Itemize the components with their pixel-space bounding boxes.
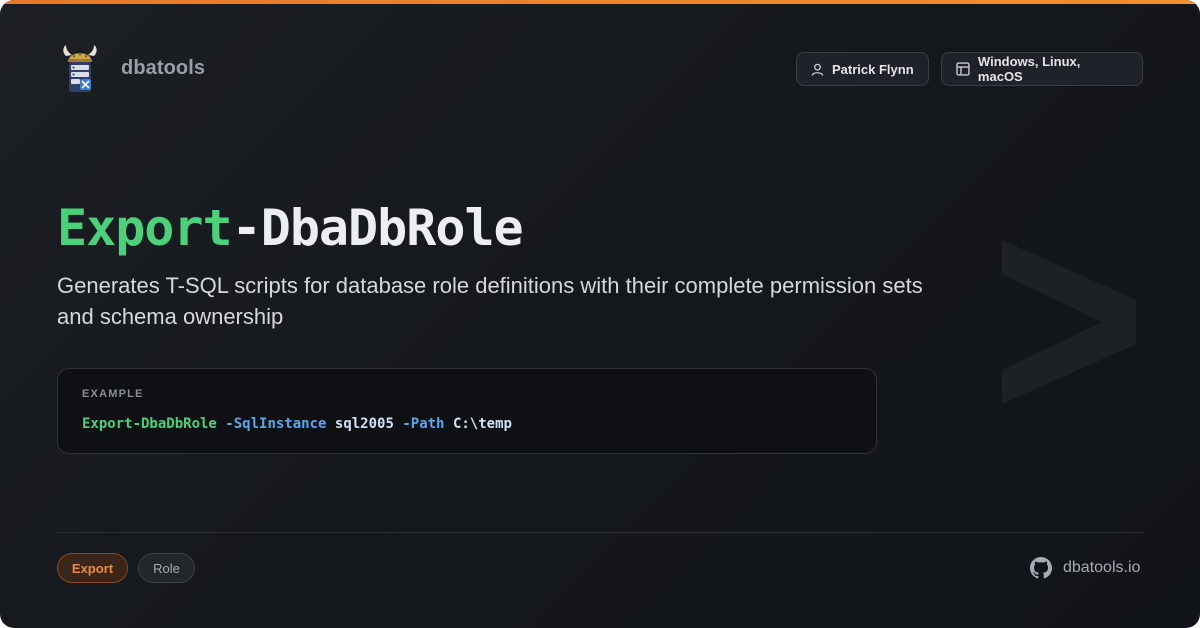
example-command: Export-DbaDbRole	[82, 416, 217, 432]
viking-server-logo-icon	[63, 45, 97, 92]
brand-name: dbatools	[121, 57, 206, 79]
prompt-chevron-icon	[1002, 240, 1136, 404]
window-layout-icon	[956, 62, 970, 76]
site-label: dbatools.io	[1063, 559, 1141, 576]
example-value: C:\temp	[452, 416, 512, 432]
social-card: dbatools Patrick Flynn Windows, Linux, m…	[0, 0, 1200, 628]
site-link[interactable]: dbatools.io	[1030, 556, 1140, 580]
user-icon	[811, 63, 824, 76]
footer-divider	[57, 532, 1143, 533]
example-param: -Path	[402, 416, 445, 432]
example-code: Export-DbaDbRole -SqlInstance sql2005 -P…	[82, 416, 512, 432]
example-param: -SqlInstance	[225, 416, 327, 432]
title-noun: -DbaDbRole	[231, 199, 524, 257]
platforms-label: Windows, Linux, macOS	[977, 54, 1081, 84]
command-description: Generates T-SQL scripts for database rol…	[57, 273, 923, 329]
example-box: EXAMPLE Export-DbaDbRole -SqlInstance sq…	[57, 368, 877, 454]
example-value: sql2005	[334, 416, 394, 432]
page-title: Export-DbaDbRole	[57, 196, 524, 260]
accent-bar	[0, 0, 1200, 4]
example-label: EXAMPLE	[82, 388, 144, 400]
tag-export[interactable]: Export	[57, 553, 128, 583]
github-icon	[1030, 557, 1052, 579]
title-verb: Export	[57, 199, 233, 257]
author-chip: Patrick Flynn	[796, 52, 929, 86]
platforms-chip: Windows, Linux, macOS	[941, 52, 1143, 86]
author-name: Patrick Flynn	[832, 61, 914, 77]
tag-role[interactable]: Role	[138, 553, 195, 583]
